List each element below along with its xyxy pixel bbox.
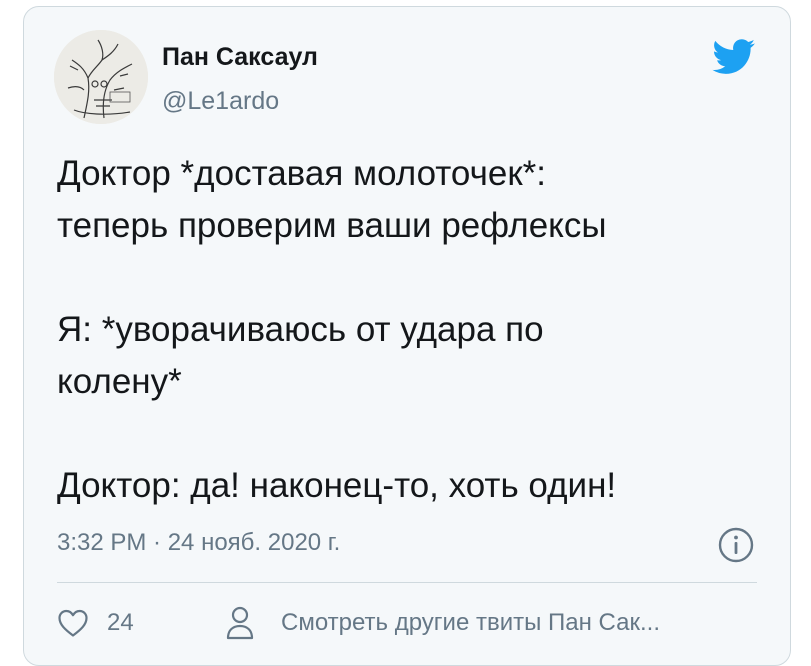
twitter-bird-icon[interactable] — [712, 39, 756, 75]
info-icon[interactable] — [718, 527, 754, 563]
author-name[interactable]: Пан Саксаул — [162, 43, 318, 72]
view-profile-label: Смотреть другие твиты Пан Сак... — [281, 609, 660, 636]
tweet-timestamp[interactable]: 3:32 PM · 24 нояб. 2020 г. — [57, 529, 340, 557]
heart-icon — [58, 609, 88, 637]
tweet-card: Пан Саксаул @Le1ardo Доктор *доставая мо… — [23, 6, 791, 666]
avatar-sketch-image — [54, 30, 148, 124]
like-button[interactable]: 24 — [57, 608, 134, 638]
person-icon — [226, 606, 254, 640]
tweet-actions: 24 Смотреть другие твиты Пан Сак... — [57, 604, 777, 654]
divider — [57, 582, 757, 583]
view-profile-link[interactable]: Смотреть другие твиты Пан Сак... — [225, 606, 660, 640]
tweet-text: Доктор *доставая молоточек*: теперь пров… — [57, 154, 617, 505]
like-count: 24 — [107, 609, 134, 636]
author-handle[interactable]: @Le1ardo — [162, 87, 279, 116]
avatar[interactable] — [54, 30, 148, 124]
